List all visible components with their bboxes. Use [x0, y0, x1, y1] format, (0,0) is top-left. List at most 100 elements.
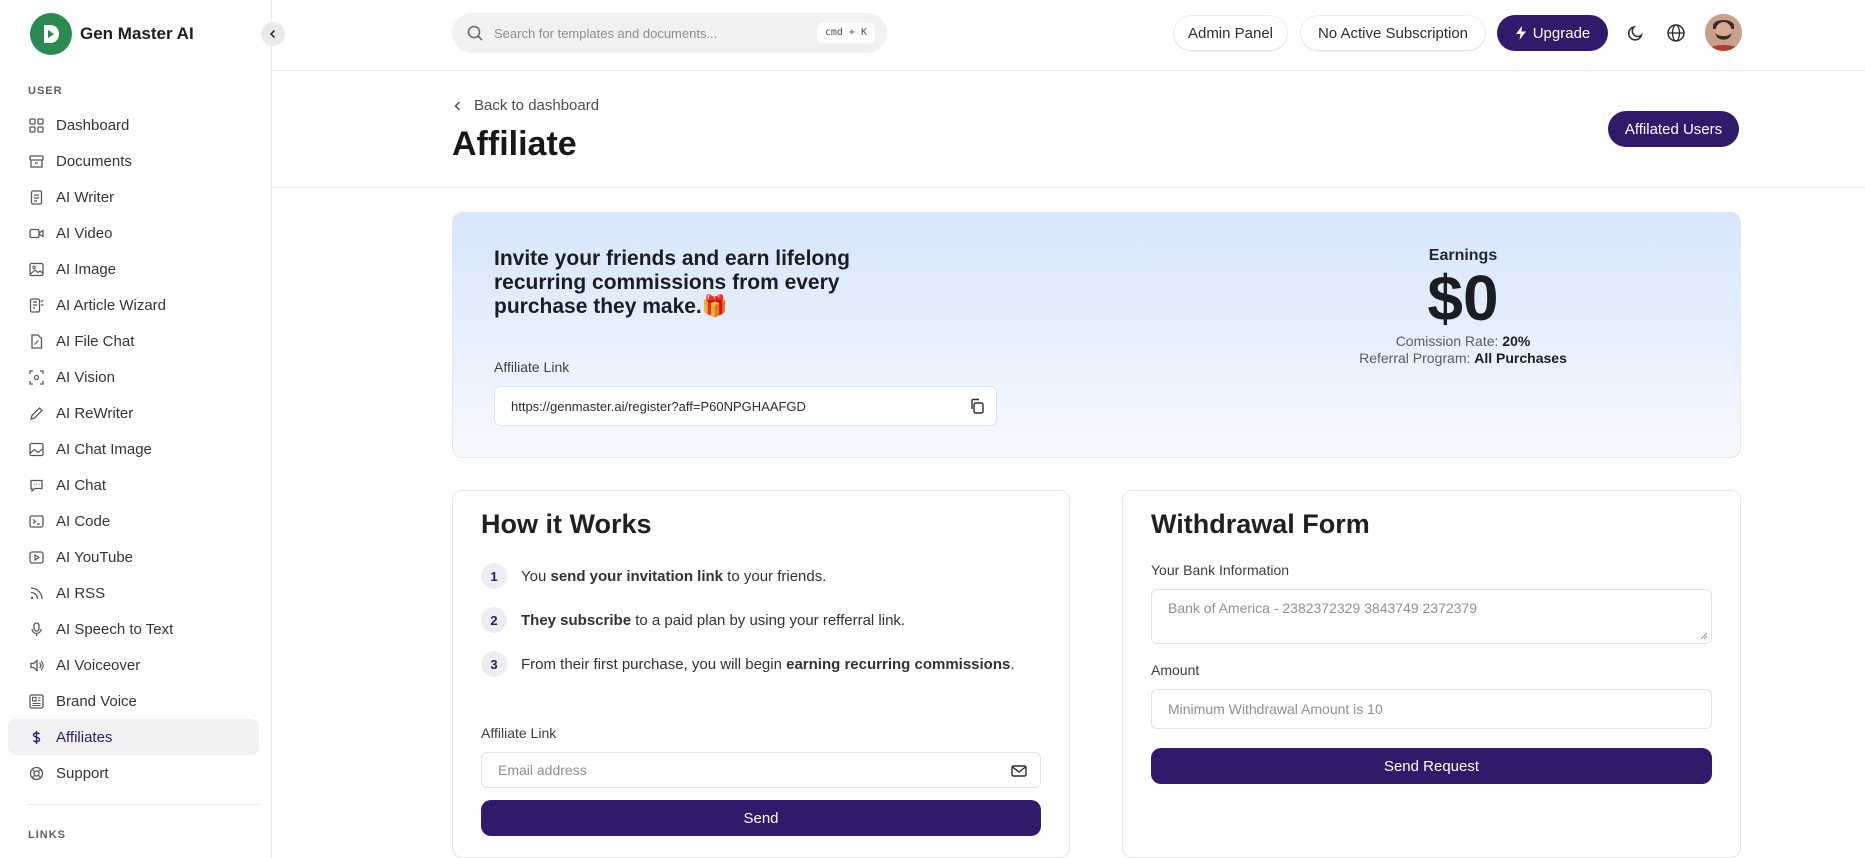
withdrawal-form-card: Withdrawal Form Your Bank Information Ba… — [1122, 490, 1741, 858]
admin-panel-button[interactable]: Admin Panel — [1174, 16, 1287, 50]
dollar-icon — [28, 729, 44, 745]
app-root: Gen Master AI USER Dashboard Documents A… — [0, 0, 1865, 858]
send-request-button[interactable]: Send Request — [1151, 748, 1712, 784]
back-to-dashboard-link[interactable]: Back to dashboard — [452, 97, 599, 114]
search-placeholder: Search for templates and documents... — [494, 25, 718, 41]
bank-info-label: Your Bank Information — [1151, 562, 1290, 578]
youtube-icon — [28, 549, 44, 565]
sidebar-item-ai-chat[interactable]: AI Chat — [8, 467, 259, 503]
moon-icon — [1628, 25, 1643, 41]
sidebar-item-label: Affiliates — [56, 728, 113, 746]
upgrade-label: Upgrade — [1532, 24, 1591, 42]
archive-icon — [28, 153, 44, 169]
step-text-bold: They subscribe — [521, 611, 632, 629]
video-icon — [28, 225, 44, 241]
sidebar-item-label: AI Vision — [56, 368, 115, 386]
sidebar-item-label: AI Writer — [56, 188, 115, 206]
search-icon — [467, 25, 483, 41]
search-input[interactable]: Search for templates and documents... cm… — [452, 13, 887, 53]
sidebar-divider — [28, 804, 259, 805]
chevron-left-icon — [454, 100, 461, 111]
sidebar-item-ai-speech-to-text[interactable]: AI Speech to Text — [8, 611, 259, 647]
rss-icon — [28, 585, 44, 601]
sidebar-item-label: AI Video — [56, 224, 113, 242]
language-button[interactable] — [1665, 22, 1687, 44]
grid-icon — [28, 117, 44, 133]
hero-headline-text: Invite your friends and earn lifelong re… — [494, 247, 850, 318]
upgrade-button[interactable]: Upgrade — [1497, 15, 1608, 51]
page-header: Back to dashboard Affiliate Affilated Us… — [272, 71, 1865, 188]
step-text-post: to your friends. — [723, 567, 827, 585]
bank-info-textarea[interactable]: Bank of America - 2382372329 3843749 237… — [1151, 589, 1712, 644]
step-number: 3 — [481, 651, 507, 677]
step-text: You send your invitation link to your fr… — [521, 568, 826, 585]
sidebar-item-support[interactable]: Support — [8, 755, 259, 791]
sidebar-item-label: Support — [56, 764, 109, 782]
earnings-panel: Earnings $0 Comission Rate: 20% Referral… — [1323, 247, 1603, 366]
section-label-links: LINKS — [28, 829, 66, 841]
terminal-icon — [28, 513, 44, 529]
step-text-pre: You — [521, 567, 551, 585]
back-label: Back to dashboard — [474, 97, 600, 114]
sidebar-item-documents[interactable]: Documents — [8, 143, 259, 179]
sidebar-item-ai-rewriter[interactable]: AI ReWriter — [8, 395, 259, 431]
affiliate-hero-card: Invite your friends and earn lifelong re… — [452, 212, 1741, 458]
email-field[interactable]: Email address — [481, 752, 1041, 788]
step-text-bold: send your invitation link — [550, 567, 724, 585]
lifebuoy-icon — [28, 765, 44, 781]
chat-image-icon — [28, 441, 44, 457]
sidebar-item-brand-voice[interactable]: Brand Voice — [8, 683, 259, 719]
sidebar-item-label: AI Article Wizard — [56, 296, 167, 314]
avatar[interactable] — [1705, 14, 1742, 51]
sidebar-item-label: AI Chat Image — [56, 440, 152, 458]
step-number: 1 — [481, 563, 507, 589]
sidebar-item-ai-writer[interactable]: AI Writer — [8, 179, 259, 215]
subscription-button[interactable]: No Active Subscription — [1301, 16, 1485, 50]
sidebar-item-label: Brand Voice — [56, 692, 137, 710]
affiliated-users-button[interactable]: Affilated Users — [1608, 111, 1739, 147]
sidebar-item-ai-youtube[interactable]: AI YouTube — [8, 539, 259, 575]
user-avatar-image — [1705, 14, 1742, 51]
step-text-pre: From their first purchase, you will begi… — [521, 655, 787, 673]
brand[interactable]: Gen Master AI — [30, 13, 194, 55]
bank-info-placeholder: Bank of America - 2382372329 3843749 237… — [1168, 600, 1478, 616]
send-invite-button[interactable]: Send — [481, 800, 1041, 836]
sidebar-item-ai-file-chat[interactable]: AI File Chat — [8, 323, 259, 359]
sidebar-item-ai-article-wizard[interactable]: AI Article Wizard — [8, 287, 259, 323]
brand-logo-icon — [30, 13, 72, 55]
sidebar-item-label: AI RSS — [56, 584, 106, 602]
sidebar-item-ai-vision[interactable]: AI Vision — [8, 359, 259, 395]
sidebar-item-ai-chat-image[interactable]: AI Chat Image — [8, 431, 259, 467]
affiliate-link-email-label: Affiliate Link — [481, 725, 557, 741]
sidebar-item-ai-video[interactable]: AI Video — [8, 215, 259, 251]
resize-handle-icon[interactable] — [1700, 632, 1708, 640]
sidebar-item-ai-rss[interactable]: AI RSS — [8, 575, 259, 611]
sidebar-item-label: Dashboard — [56, 116, 130, 134]
sidebar-item-label: AI Chat — [56, 476, 107, 494]
pencil-icon — [28, 405, 44, 421]
globe-icon — [1667, 24, 1685, 42]
sidebar: Gen Master AI USER Dashboard Documents A… — [0, 0, 285, 858]
dark-mode-toggle[interactable] — [1625, 22, 1647, 44]
section-label-user: USER — [28, 85, 63, 97]
sidebar-item-ai-image[interactable]: AI Image — [8, 251, 259, 287]
step-text-post: to a paid plan by using your refferral l… — [631, 611, 906, 629]
sidebar-item-affiliates[interactable]: Affiliates — [8, 719, 259, 755]
microphone-icon — [28, 621, 44, 637]
copy-icon[interactable] — [968, 397, 986, 415]
sidebar-item-dashboard[interactable]: Dashboard — [8, 107, 259, 143]
sidebar-item-ai-code[interactable]: AI Code — [8, 503, 259, 539]
amount-label: Amount — [1151, 662, 1200, 678]
referral-program: Referral Program: All Purchases — [1323, 350, 1603, 366]
step-item: 1 You send your invitation link to your … — [481, 563, 826, 589]
sidebar-item-label: Documents — [56, 152, 132, 170]
referral-program-label: Referral Program: — [1359, 350, 1471, 366]
sidebar-item-ai-voiceover[interactable]: AI Voiceover — [8, 647, 259, 683]
step-text-post: . — [1010, 655, 1015, 673]
file-chat-icon — [28, 333, 44, 349]
commission-rate: Comission Rate: 20% — [1323, 333, 1603, 349]
speaker-icon — [28, 657, 44, 673]
sidebar-item-label: AI Image — [56, 260, 117, 278]
amount-field[interactable]: Minimum Withdrawal Amount is 10 — [1151, 689, 1712, 729]
affiliate-link-field[interactable]: https://genmaster.ai/register?aff=P60NPG… — [494, 386, 997, 426]
